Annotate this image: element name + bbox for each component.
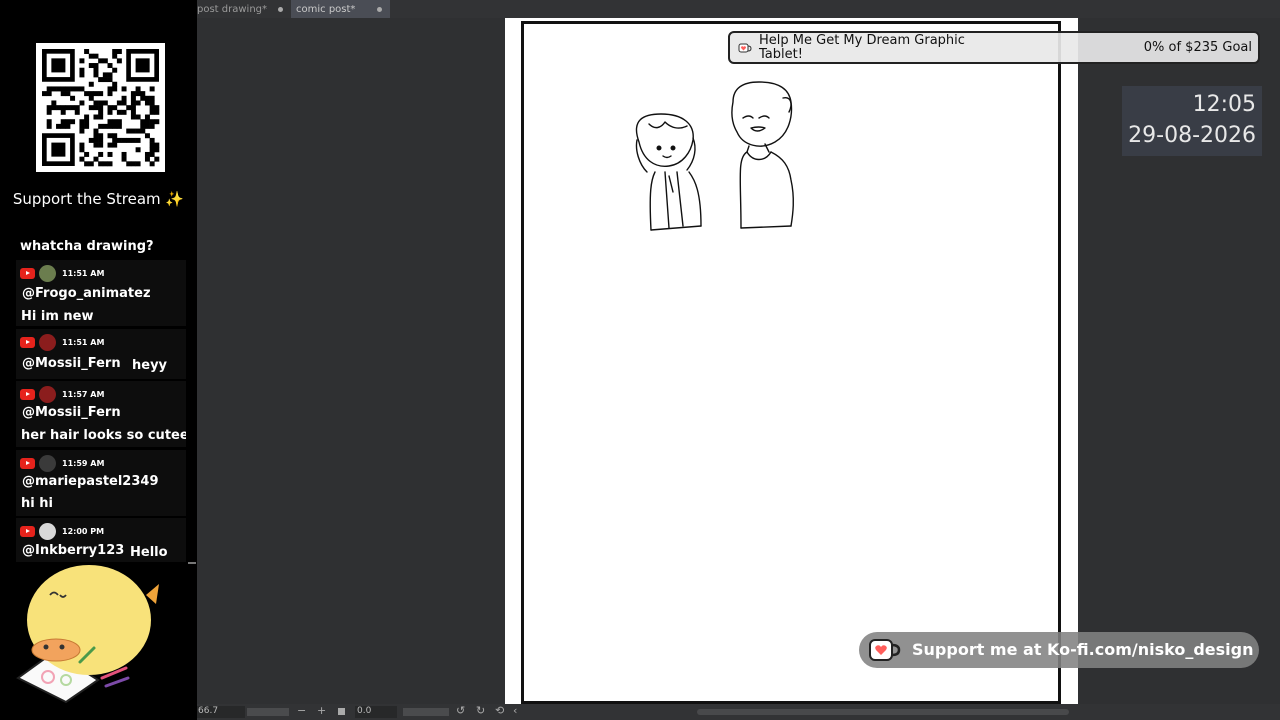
rotate-left-icon[interactable]: ↺ — [456, 704, 465, 717]
kofi-cup-icon — [738, 43, 752, 53]
zoom-out-icon[interactable]: − — [297, 704, 306, 717]
chat-username: @Mossii_Fern — [22, 356, 121, 371]
rotate-right-icon[interactable]: ↻ — [476, 704, 485, 717]
chat-message-text: Hi im new — [21, 309, 94, 324]
kofi-support-banner: Support me at Ko-fi.com/nisko_design — [859, 632, 1259, 668]
chat-username: @Frogo_animatez — [22, 286, 151, 301]
fit-view-icon[interactable] — [338, 708, 345, 715]
scroll-left-icon[interactable]: ‹ — [513, 704, 517, 717]
youtube-icon — [20, 457, 35, 469]
youtube-icon — [20, 267, 35, 279]
avatar — [39, 522, 56, 540]
canvas-status-bar: 66.7 − + 0.0 ↺ ↻ ⟲ ‹ — [197, 704, 1280, 720]
avatar — [39, 385, 56, 403]
rotation-slider[interactable] — [403, 708, 449, 716]
chat-message: 12:00 PM @Inkberry123 Hello — [16, 518, 186, 562]
youtube-icon — [20, 525, 35, 537]
unsaved-dot-icon[interactable] — [377, 7, 382, 12]
chat-username: @Inkberry123 — [22, 543, 125, 558]
clock-widget: 12:05 29-08-2026 — [1122, 86, 1262, 156]
chat-message-text: her hair looks so cutee — [21, 428, 186, 443]
chat-message: 11:51 AM @Frogo_animatez Hi im new — [16, 260, 186, 326]
chat-message-text: whatcha drawing? — [20, 239, 154, 254]
document-tab-bar: post drawing* comic post* — [197, 0, 1280, 18]
chat-message: 11:57 AM @Mossii_Fern her hair looks so … — [16, 381, 186, 447]
reset-rotation-icon[interactable]: ⟲ — [495, 704, 504, 717]
clock-date: 29-08-2026 — [1128, 123, 1256, 148]
avatar — [39, 454, 56, 472]
qr-code — [36, 43, 165, 172]
clock-time: 12:05 — [1192, 92, 1256, 117]
kofi-cup-icon — [869, 639, 901, 661]
tab-label: comic post* — [296, 3, 356, 15]
chat-timestamp: 11:59 AM — [62, 458, 105, 468]
chat-timestamp: 12:00 PM — [62, 526, 105, 536]
zoom-slider[interactable] — [247, 708, 289, 716]
chat-message-text: heyy — [132, 358, 168, 373]
chat-message: 11:59 AM @mariepastel2349 hi hi — [16, 450, 186, 516]
unsaved-dot-icon[interactable] — [278, 7, 283, 12]
avatar — [39, 264, 56, 282]
chat-username: @mariepastel2349 — [22, 474, 159, 489]
zoom-input[interactable]: 66.7 — [197, 706, 245, 718]
mascot-chick-illustration — [16, 565, 159, 704]
horizontal-scrollbar[interactable] — [697, 709, 1069, 715]
rotation-input[interactable]: 0.0 — [355, 706, 397, 718]
chat-timestamp: 11:51 AM — [62, 337, 105, 347]
support-stream-title: Support the Stream ✨ — [12, 190, 185, 208]
avatar — [39, 333, 56, 351]
chat-timestamp: 11:57 AM — [62, 389, 105, 399]
chat-timestamp: 11:51 AM — [62, 268, 105, 278]
tab-label: post drawing* — [197, 3, 268, 15]
stream-sidebar: Support the Stream ✨ whatcha drawing? 11… — [0, 0, 197, 720]
chat-message-text: hi hi — [21, 496, 53, 511]
youtube-icon — [20, 388, 35, 400]
chat-username: @Mossii_Fern — [22, 405, 121, 420]
goal-progress-text: 0% of $235 Goal — [1143, 40, 1252, 55]
goal-title: Help Me Get My Dream Graphic Tablet! — [759, 33, 965, 62]
tab-comic-post[interactable]: comic post* — [291, 0, 390, 18]
donation-goal-bar: Help Me Get My Dream Graphic Tablet! 0% … — [728, 31, 1260, 64]
chat-message: 11:51 AM @Mossii_Fern heyy — [16, 329, 186, 379]
character-sketch — [635, 81, 794, 231]
chat-panel: whatcha drawing? 11:51 AM @Frogo_animate… — [16, 236, 186, 562]
chat-scrollbar[interactable] — [188, 562, 196, 564]
tab-post-drawing[interactable]: post drawing* — [197, 0, 290, 18]
kofi-support-text: Support me at Ko-fi.com/nisko_design — [912, 640, 1254, 659]
zoom-in-icon[interactable]: + — [317, 704, 326, 717]
chat-message-text: Hello — [130, 545, 168, 560]
youtube-icon — [20, 336, 35, 348]
